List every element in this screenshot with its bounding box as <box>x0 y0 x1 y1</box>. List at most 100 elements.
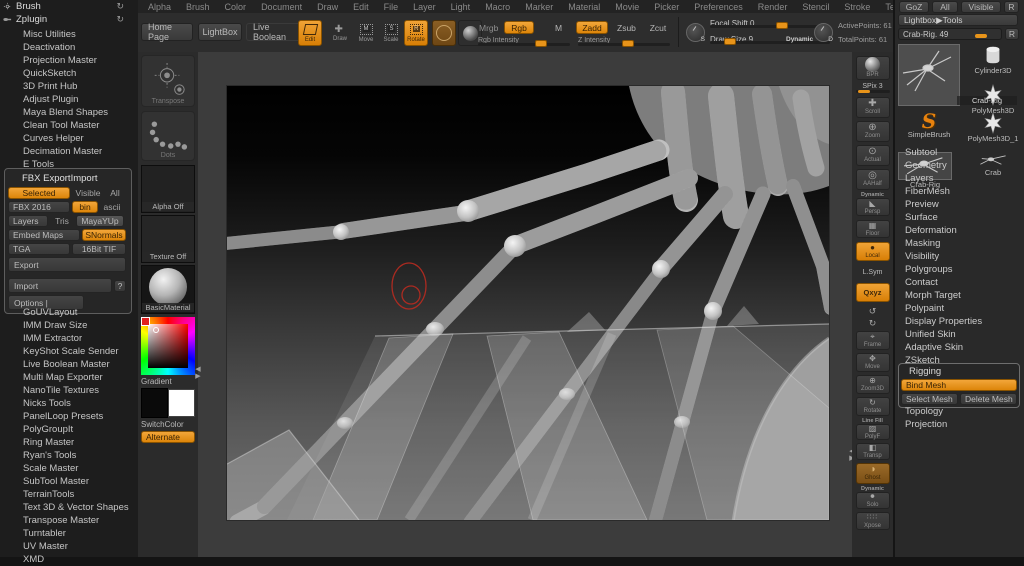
zadd-button[interactable]: Zadd <box>576 21 608 34</box>
zplugin-item[interactable]: Projection Master <box>0 54 138 67</box>
polyframe-button[interactable]: ▨ PolyF <box>855 424 890 440</box>
zsub-button[interactable]: Zsub <box>612 21 640 34</box>
tool-subpalette-item[interactable]: Adaptive Skin <box>895 341 1024 354</box>
color-picker[interactable] <box>141 317 195 375</box>
menu-item[interactable]: Document <box>261 2 302 12</box>
menu-item[interactable]: Brush <box>186 2 210 12</box>
xpose-button[interactable]: ∷∷ Xpose <box>855 512 890 530</box>
zplugin-item[interactable]: Scale Master <box>0 462 138 475</box>
tool-subpalette-item[interactable]: Layers <box>895 172 1024 185</box>
rigging-title[interactable]: Rigging <box>901 365 1017 379</box>
rotate-cw-icon[interactable]: ↻ <box>856 317 890 328</box>
tool-cylinder3d[interactable]: Cylinder3D <box>965 44 1021 75</box>
fbx-layers-button[interactable]: Layers <box>8 215 48 227</box>
zplugin-item[interactable]: Ryan's Tools <box>0 449 138 462</box>
current-tool-slot[interactable]: Crab-Rig <box>898 44 1017 106</box>
bpr-render-button[interactable]: BPR <box>855 56 890 80</box>
fbx-bin-button[interactable]: bin <box>72 201 98 213</box>
tray-divider-handle-left[interactable]: ◀ ▶ <box>194 366 202 380</box>
aahalf-button[interactable]: ◎ AAHalf <box>855 169 890 190</box>
local-button[interactable]: ● Local <box>855 242 890 261</box>
zplugin-item[interactable]: Live Boolean Master <box>0 358 138 371</box>
solo-button[interactable]: ⚫ Solo <box>855 492 890 509</box>
tool-subpalette-item[interactable]: Polygroups <box>895 263 1024 276</box>
home-page-button[interactable]: Home Page <box>141 22 193 42</box>
spix-slider[interactable]: SPix 3 <box>855 83 890 93</box>
delete-mesh-button[interactable]: Delete Mesh <box>960 393 1017 405</box>
menu-item[interactable]: File <box>384 2 399 12</box>
menu-item[interactable]: Marker <box>525 2 553 12</box>
menu-item[interactable]: Stroke <box>844 2 870 12</box>
sculpt-viewport[interactable] <box>226 85 830 521</box>
tool-subpalette-item[interactable]: Deformation <box>895 224 1024 237</box>
tool-subpalette-item[interactable]: Surface <box>895 211 1024 224</box>
lsym-button[interactable]: L.Sym <box>856 264 890 280</box>
zplugin-reload-icon[interactable]: ↻ <box>116 14 124 25</box>
zplugin-item[interactable]: Multi Map Exporter <box>0 371 138 384</box>
move-3d-button[interactable]: ✥ Move <box>855 353 890 372</box>
tool-subpalette-item[interactable]: Topology <box>895 405 1024 418</box>
menu-item[interactable]: Alpha <box>148 2 171 12</box>
draw-mode-button[interactable]: ✚ Draw <box>328 20 352 46</box>
actual-size-button[interactable]: ⊙ Actual <box>855 145 890 166</box>
menu-item[interactable]: Movie <box>615 2 639 12</box>
r-button-top[interactable]: R <box>1004 1 1019 13</box>
menu-item[interactable]: Layer <box>413 2 436 12</box>
tool-subpalette-item[interactable]: Preview <box>895 198 1024 211</box>
frame-button[interactable]: ⌖ Frame <box>855 331 890 350</box>
tool-subpalette-item[interactable]: Masking <box>895 237 1024 250</box>
draw-knob-icon[interactable]: D <box>814 23 833 43</box>
tool-subpalette-item[interactable]: Contact <box>895 276 1024 289</box>
m-button[interactable]: M <box>550 21 566 34</box>
zplugin-item[interactable]: GoUVLayout <box>0 306 138 319</box>
gradient-button[interactable]: Gradient <box>141 377 195 386</box>
zcut-button[interactable]: Zcut <box>644 21 672 34</box>
menu-item[interactable]: Light <box>451 2 471 12</box>
zplugin-item[interactable]: Adjust Plugin <box>0 93 138 106</box>
zplugin-item[interactable]: UV Master <box>0 540 138 553</box>
stroke-knob-icon[interactable]: S <box>686 23 705 43</box>
fbx-tris-button[interactable]: Tris <box>50 215 74 227</box>
rotate-ccw-icon[interactable]: ↺ <box>856 305 890 316</box>
fbx-tga-button[interactable]: TGA <box>8 243 70 255</box>
zplugin-item[interactable]: Clean Tool Master <box>0 119 138 132</box>
fbx-visible-button[interactable]: Visible <box>72 187 104 199</box>
zplugin-item[interactable]: NanoTile Textures <box>0 384 138 397</box>
tool-subpalette-item[interactable]: Display Properties <box>895 315 1024 328</box>
zplugin-item[interactable]: IMM Extractor <box>0 332 138 345</box>
tool-simplebrush[interactable]: S SimpleBrush <box>898 111 960 139</box>
rotate-mode-button[interactable]: R Rotate <box>404 20 428 46</box>
tool-subpalette-item[interactable]: Unified Skin <box>895 328 1024 341</box>
edit-mode-button[interactable]: Edit <box>298 20 322 46</box>
move-mode-button[interactable]: M Move <box>354 20 378 46</box>
brush-palette-header[interactable]: Brush ↻ <box>0 0 138 13</box>
fbx-panel-title[interactable]: FBX ExportImport <box>8 171 128 187</box>
visible-button[interactable]: Visible <box>961 1 1001 13</box>
transp-button[interactable]: ◧ Transp <box>855 443 890 460</box>
zplugin-item[interactable]: PanelLoop Presets <box>0 410 138 423</box>
draw-size-handle[interactable] <box>724 38 737 45</box>
fbx-selected-button[interactable]: Selected <box>8 187 70 199</box>
lightbox-tools-bar[interactable]: Lightbox▶Tools <box>898 14 1018 26</box>
alpha-selector[interactable]: Alpha Off <box>141 165 195 213</box>
stroke-dots-button[interactable]: Dots <box>141 111 195 161</box>
fbx-ascii-button[interactable]: ascii <box>100 201 124 213</box>
zplugin-item[interactable]: SubTool Master <box>0 475 138 488</box>
persp-button[interactable]: ◣ Persp <box>855 198 890 216</box>
fbx-export-button[interactable]: Export <box>8 257 126 272</box>
zplugin-item[interactable]: Text 3D & Vector Shapes <box>0 501 138 514</box>
menu-item[interactable]: Picker <box>654 2 679 12</box>
material-selector[interactable]: BasicMaterial <box>141 265 195 314</box>
fbx-mayayup-button[interactable]: MayaYUp <box>76 215 124 227</box>
zplugin-palette-header[interactable]: Zplugin ↻ <box>0 13 138 26</box>
texture-selector[interactable]: Texture Off <box>141 215 195 263</box>
zplugin-item[interactable]: PolyGroupIt <box>0 423 138 436</box>
bind-mesh-button[interactable]: Bind Mesh <box>901 379 1017 391</box>
zplugin-item[interactable]: Deactivation <box>0 41 138 54</box>
fbx-help-button[interactable]: ? <box>114 279 126 292</box>
tool-slot-slider[interactable]: Crab-Rig. 49 <box>898 28 1002 40</box>
transpose-stroke-button[interactable]: Transpose <box>141 55 195 107</box>
zplugin-item[interactable]: Maya Blend Shapes <box>0 106 138 119</box>
main-color-swatch[interactable] <box>141 388 168 418</box>
qxyz-button[interactable]: Qxyz <box>855 283 890 302</box>
